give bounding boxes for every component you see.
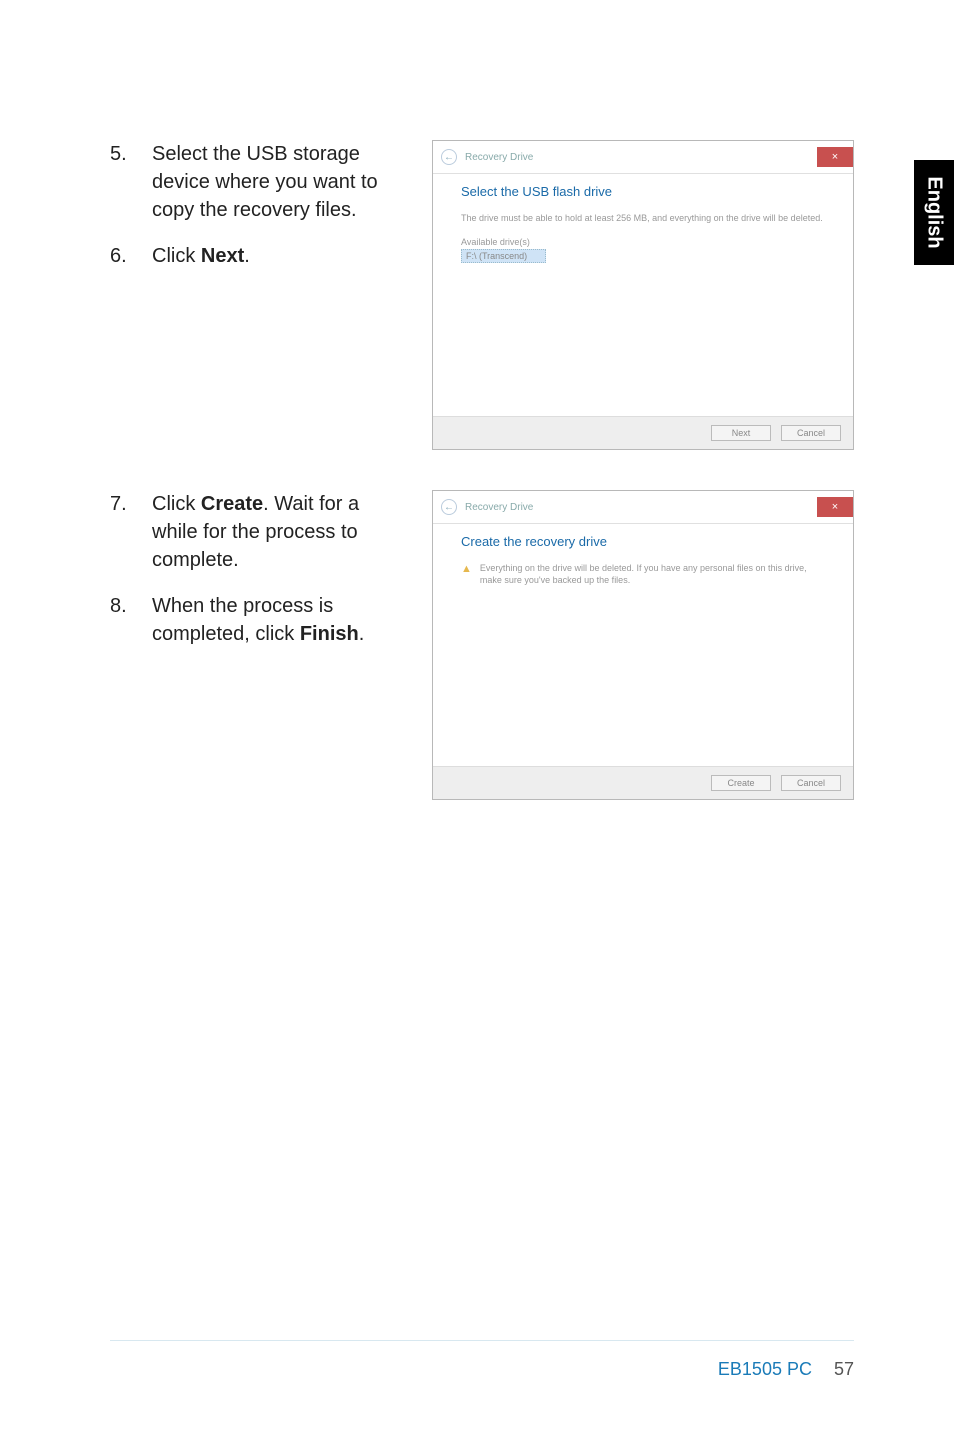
step-8: 8. When the process is completed, click …: [110, 592, 410, 648]
dialog2-title: Create the recovery drive: [461, 534, 825, 549]
step-7-text: Click Create. Wait for a while for the p…: [152, 490, 410, 574]
footer-model: EB1505 PC: [718, 1359, 812, 1380]
step-6-text: Click Next.: [152, 242, 410, 270]
close-button[interactable]: ×: [817, 497, 853, 517]
dialog2-titlebar: ← Recovery Drive ×: [433, 491, 853, 523]
back-icon[interactable]: ←: [441, 149, 457, 165]
footer-page-number: 57: [834, 1359, 854, 1380]
dialog1-hint: The drive must be able to hold at least …: [461, 213, 825, 223]
step-8-text: When the process is completed, click Fin…: [152, 592, 410, 648]
step-6-number: 6.: [110, 242, 134, 270]
warning-icon: ▲: [461, 563, 472, 575]
next-button[interactable]: Next: [711, 425, 771, 441]
step-5: 5. Select the USB storage device where y…: [110, 140, 410, 224]
drive-item[interactable]: F:\ (Transcend): [461, 249, 546, 263]
create-button[interactable]: Create: [711, 775, 771, 791]
step-7: 7. Click Create. Wait for a while for th…: [110, 490, 410, 574]
cancel-button[interactable]: Cancel: [781, 775, 841, 791]
step-8-number: 8.: [110, 592, 134, 648]
dialog1-breadcrumb: Recovery Drive: [465, 152, 533, 163]
back-icon[interactable]: ←: [441, 499, 457, 515]
page-footer: EB1505 PC 57: [110, 1340, 854, 1380]
close-button[interactable]: ×: [817, 147, 853, 167]
available-drives-label: Available drive(s): [461, 237, 825, 247]
dialog1-title: Select the USB flash drive: [461, 184, 825, 199]
step-5-number: 5.: [110, 140, 134, 224]
step-7-number: 7.: [110, 490, 134, 574]
step-6: 6. Click Next.: [110, 242, 410, 270]
dialog-select-usb: ← Recovery Drive × Select the USB flash …: [432, 140, 854, 450]
dialog1-titlebar: ← Recovery Drive ×: [433, 141, 853, 173]
step-5-text: Select the USB storage device where you …: [152, 140, 410, 224]
language-tab: English: [914, 160, 954, 265]
dialog-create-recovery: ← Recovery Drive × Create the recovery d…: [432, 490, 854, 800]
cancel-button[interactable]: Cancel: [781, 425, 841, 441]
dialog2-warning: Everything on the drive will be deleted.…: [480, 563, 825, 586]
language-tab-label: English: [923, 176, 946, 248]
dialog2-breadcrumb: Recovery Drive: [465, 502, 533, 513]
